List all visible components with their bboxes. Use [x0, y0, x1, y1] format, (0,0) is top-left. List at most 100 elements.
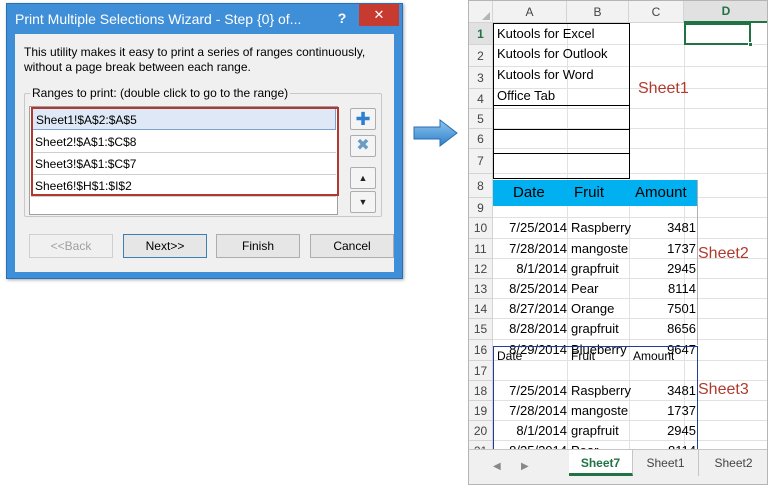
row-header-3[interactable]: 3 [469, 67, 493, 89]
row-header-12[interactable]: 12 [469, 259, 493, 279]
sheet3-cell-r2-c2[interactable]: mangoste [571, 401, 631, 421]
cell-a4[interactable]: Office Tab [497, 86, 555, 106]
arrow-up-icon: ▲ [358, 173, 368, 183]
right-arrow-icon [413, 118, 458, 148]
sheet2-cell-r4-c2[interactable]: Pear [571, 279, 631, 299]
sheet2-cell-r5-c2[interactable]: Orange [571, 299, 631, 319]
sheet3-header-amount[interactable]: Amount [633, 346, 674, 366]
column-header-b[interactable]: B [567, 1, 629, 23]
sheet3-header-date[interactable]: Date [497, 346, 522, 366]
row-header-11[interactable]: 11 [469, 239, 493, 259]
tab-sheet7[interactable]: Sheet7 [569, 450, 633, 476]
sheet2-cell-r6-c3[interactable]: 8656 [629, 319, 696, 339]
description-line-1: This utility makes it easy to print a se… [24, 45, 366, 59]
finish-button[interactable]: Finish [216, 234, 300, 258]
next-button[interactable]: Next>> [123, 234, 207, 258]
sheet2-cell-r6-c2[interactable]: grapfruit [571, 319, 631, 339]
row-header-18[interactable]: 18 [469, 381, 493, 401]
row-header-20[interactable]: 20 [469, 421, 493, 441]
sheet3-cell-r3-c2[interactable]: grapfruit [571, 421, 631, 441]
range-item-1[interactable]: Sheet1!$A$2:$A$5 [31, 108, 336, 130]
column-header-d[interactable]: D [684, 1, 767, 23]
sheet3-cell-r2-c1[interactable]: 7/28/2014 [493, 401, 567, 421]
wizard-dialog: Print Multiple Selections Wizard - Step … [6, 3, 403, 279]
cancel-button[interactable]: Cancel [310, 234, 394, 258]
x-icon: ✖ [356, 137, 370, 154]
tab-scroll-right-icon[interactable]: ▶ [521, 461, 529, 472]
plus-icon: ✚ [355, 109, 371, 129]
row-header-6[interactable]: 6 [469, 129, 493, 149]
row-header-19[interactable]: 19 [469, 401, 493, 421]
column-header-c[interactable]: C [629, 1, 684, 23]
cell-a2[interactable]: Kutools for Outlook [497, 44, 608, 64]
description-line-2: without a page break between each range. [24, 60, 251, 74]
back-button[interactable]: <<Back [29, 234, 113, 258]
sheet2-cell-r6-c1[interactable]: 8/28/2014 [493, 319, 567, 339]
sheet2-cell-r4-c1[interactable]: 8/25/2014 [493, 279, 567, 299]
sheet3-cell-r1-c1[interactable]: 7/25/2014 [493, 381, 567, 401]
sheet2-cell-r3-c1[interactable]: 8/1/2014 [493, 259, 567, 279]
row-header-4[interactable]: 4 [469, 89, 493, 109]
cell-a3[interactable]: Kutools for Word [497, 65, 594, 85]
sheet2-header-amount[interactable]: Amount [635, 183, 687, 203]
sheet3-cell-r1-c2[interactable]: Raspberry [571, 381, 631, 401]
sheet3-header-fruit[interactable]: Fruit [571, 346, 595, 366]
arrow-down-icon: ▼ [358, 197, 368, 207]
sheet2-cell-r3-c3[interactable]: 2945 [629, 259, 696, 279]
tab-sheet1[interactable]: Sheet1 [633, 450, 699, 476]
sheet2-cell-r4-c3[interactable]: 8114 [629, 279, 696, 299]
sheet-tab-bar: ◀ ▶ Sheet7 Sheet1 Sheet2 [469, 449, 767, 484]
sheet2-cell-r1-c3[interactable]: 3481 [629, 218, 696, 238]
row-header-10[interactable]: 10 [469, 218, 493, 239]
sheet2-cell-r3-c2[interactable]: grapfruit [571, 259, 631, 279]
range-item-2[interactable]: Sheet2!$A$1:$C$8 [31, 131, 336, 153]
move-down-button[interactable]: ▼ [350, 191, 376, 213]
excel-window: A B C D 12345678910111213141516171819202… [468, 0, 768, 485]
ranges-label: Ranges to print: (double click to go to … [30, 86, 291, 100]
fill-handle[interactable] [748, 42, 753, 47]
tab-scroll-left-icon[interactable]: ◀ [493, 461, 501, 472]
row-header-8[interactable]: 8 [469, 174, 493, 198]
sheet3-cell-r3-c1[interactable]: 8/1/2014 [493, 421, 567, 441]
sheet2-cell-r1-c1[interactable]: 7/25/2014 [493, 218, 567, 238]
add-range-button[interactable]: ✚ [350, 108, 376, 130]
row-header-9[interactable]: 9 [469, 198, 493, 218]
dialog-body: This utility makes it easy to print a se… [15, 34, 394, 272]
move-up-button[interactable]: ▲ [350, 167, 376, 189]
range-item-3[interactable]: Sheet3!$A$1:$C$7 [31, 153, 336, 175]
ranges-listbox[interactable]: Sheet1!$A$2:$A$5 Sheet2!$A$1:$C$8 Sheet3… [29, 106, 338, 215]
row-header-2[interactable]: 2 [469, 45, 493, 67]
sheet3-cell-r1-c3[interactable]: 3481 [629, 381, 696, 401]
sheet1-label: Sheet1 [638, 80, 689, 97]
row-header-17[interactable]: 17 [469, 361, 493, 381]
row-header-7[interactable]: 7 [469, 149, 493, 174]
sheet3-cell-r3-c3[interactable]: 2945 [629, 421, 696, 441]
active-cell-d1[interactable] [684, 23, 753, 47]
sheet2-header-date[interactable]: Date [513, 183, 545, 203]
close-button[interactable]: ✕ [359, 4, 399, 26]
sheet3-cell-r2-c3[interactable]: 1737 [629, 401, 696, 421]
sheet2-header-fruit[interactable]: Fruit [574, 183, 604, 203]
row-header-15[interactable]: 15 [469, 319, 493, 340]
row-header-14[interactable]: 14 [469, 299, 493, 319]
row-header-16[interactable]: 16 [469, 340, 493, 361]
row-header-1[interactable]: 1 [469, 23, 493, 45]
sheet2-cell-r2-c3[interactable]: 1737 [629, 239, 696, 259]
select-all-corner[interactable] [469, 1, 493, 23]
row-header-5[interactable]: 5 [469, 109, 493, 129]
sheet2-label: Sheet2 [698, 245, 749, 262]
sheet2-cell-r5-c3[interactable]: 7501 [629, 299, 696, 319]
sheet2-cell-r2-c2[interactable]: mangoste [571, 239, 631, 259]
row-header-13[interactable]: 13 [469, 279, 493, 299]
cell-a1[interactable]: Kutools for Excel [497, 24, 595, 44]
remove-range-button[interactable]: ✖ [350, 135, 376, 157]
sheet2-cell-r1-c2[interactable]: Raspberry [571, 218, 631, 238]
help-button[interactable]: ? [334, 10, 350, 26]
sheet3-label: Sheet3 [698, 381, 749, 398]
sheet2-cell-r2-c1[interactable]: 7/28/2014 [493, 239, 567, 259]
dialog-description: This utility makes it easy to print a se… [24, 45, 384, 75]
column-header-a[interactable]: A [493, 1, 567, 23]
sheet2-cell-r5-c1[interactable]: 8/27/2014 [493, 299, 567, 319]
tab-sheet2[interactable]: Sheet2 [699, 450, 767, 476]
range-item-4[interactable]: Sheet6!$H$1:$I$2 [31, 175, 336, 197]
